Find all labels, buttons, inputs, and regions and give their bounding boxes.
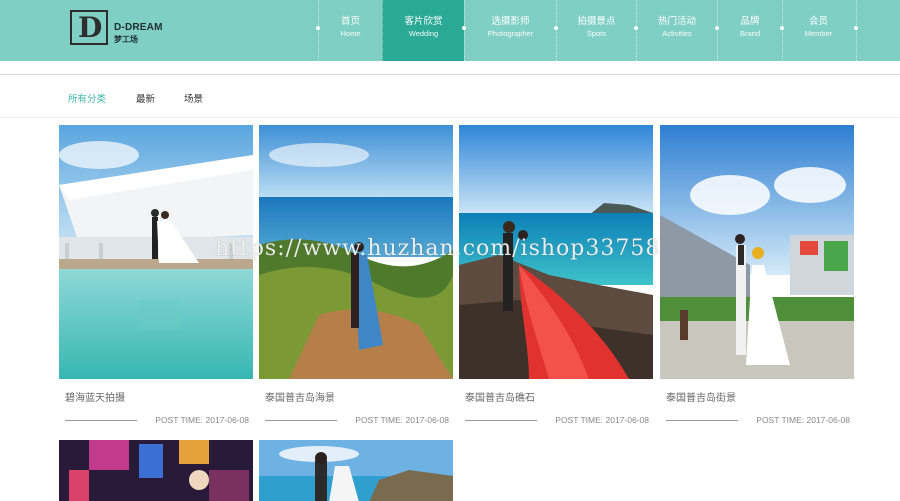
- brand-logo[interactable]: D D-DREAM 梦工场: [70, 10, 170, 46]
- filter-scene[interactable]: 场景: [184, 91, 203, 105]
- nav-divider-dot: [634, 26, 638, 30]
- logo-letter: D: [78, 11, 103, 44]
- post-time-row: POST TIME: 2017-06-08: [465, 415, 649, 427]
- nav-item-photographer[interactable]: 选摄影师 Photographer: [462, 0, 556, 61]
- gallery-photo[interactable]: [259, 440, 453, 501]
- nav-divider-dot: [715, 26, 719, 30]
- post-time: POST TIME: 2017-06-08: [756, 415, 850, 425]
- nav-label-cn: 会员: [808, 16, 828, 27]
- nav-label-cn: 首页: [340, 16, 360, 27]
- nav-label-cn: 拍摄景点: [577, 16, 616, 27]
- main-nav: 首页 Home 客片欣赏 Wedding 选摄影师 Photographer 拍…: [316, 0, 854, 61]
- nav-item-spots[interactable]: 拍摄景点 Spots: [554, 0, 636, 61]
- nav-divider-dot: [854, 26, 858, 30]
- nav-label-en: Brand: [739, 29, 760, 38]
- nav-divider-dot: [780, 26, 784, 30]
- post-time-row: POST TIME: 2017-06-08: [65, 415, 249, 427]
- nav-label-cn: 热门活动: [657, 16, 696, 27]
- nav-divider-dot: [462, 26, 466, 30]
- nav-label-en: Spots: [586, 29, 607, 38]
- gallery-photo[interactable]: [59, 440, 253, 501]
- nav-label-en: Wedding: [408, 29, 439, 38]
- gallery-card-title[interactable]: 泰国普吉岛礁石: [465, 389, 535, 404]
- post-time-row: POST TIME: 2017-06-08: [666, 415, 850, 427]
- nav-label-en: Home: [340, 29, 361, 38]
- nav-divider-dot: [554, 26, 558, 30]
- nav-label-cn: 选摄影师: [491, 16, 530, 27]
- post-divider: [65, 420, 137, 421]
- gallery-photo[interactable]: [660, 125, 854, 379]
- post-divider: [265, 420, 337, 421]
- post-divider: [465, 420, 537, 421]
- category-filter-bar: 所有分类 最新 场景: [0, 74, 900, 118]
- logo-mark: D: [70, 10, 108, 45]
- filter-all-categories[interactable]: 所有分类: [68, 91, 106, 105]
- nav-label-en: Member: [804, 29, 833, 38]
- nav-item-wedding[interactable]: 客片欣赏 Wedding: [382, 0, 464, 61]
- nav-label-cn: 客片欣赏: [404, 16, 443, 27]
- post-time-row: POST TIME: 2017-06-08: [265, 415, 449, 427]
- nav-label-cn: 品牌: [740, 16, 760, 27]
- nav-item-activities[interactable]: 热门活动 Activities: [634, 0, 717, 61]
- logo-name-cn: 梦工场: [114, 35, 138, 44]
- nav-label-en: Activities: [662, 29, 692, 38]
- nav-item-member[interactable]: 会员 Member: [780, 0, 854, 61]
- nav-divider-dot: [316, 26, 320, 30]
- filter-latest[interactable]: 最新: [136, 91, 155, 105]
- nav-end-divider: [856, 0, 857, 61]
- site-header: D D-DREAM 梦工场 首页 Home 客片欣赏 Wedding 选摄影师 …: [0, 0, 900, 61]
- gallery-card-title[interactable]: 泰国普吉岛海景: [265, 389, 335, 404]
- post-time: POST TIME: 2017-06-08: [555, 415, 649, 425]
- logo-name-en: D-DREAM: [114, 22, 163, 33]
- post-time: POST TIME: 2017-06-08: [355, 415, 449, 425]
- nav-item-home[interactable]: 首页 Home: [316, 0, 382, 61]
- nav-item-brand[interactable]: 品牌 Brand: [715, 0, 782, 61]
- gallery-card-title[interactable]: 碧海蓝天拍摄: [65, 389, 125, 404]
- post-divider: [666, 420, 738, 421]
- gallery-card-title[interactable]: 泰国普吉岛街景: [666, 389, 736, 404]
- nav-label-en: Photographer: [487, 29, 534, 38]
- watermark-text: https://www.huzhan.com/ishop33758: [215, 236, 661, 261]
- post-time: POST TIME: 2017-06-08: [155, 415, 249, 425]
